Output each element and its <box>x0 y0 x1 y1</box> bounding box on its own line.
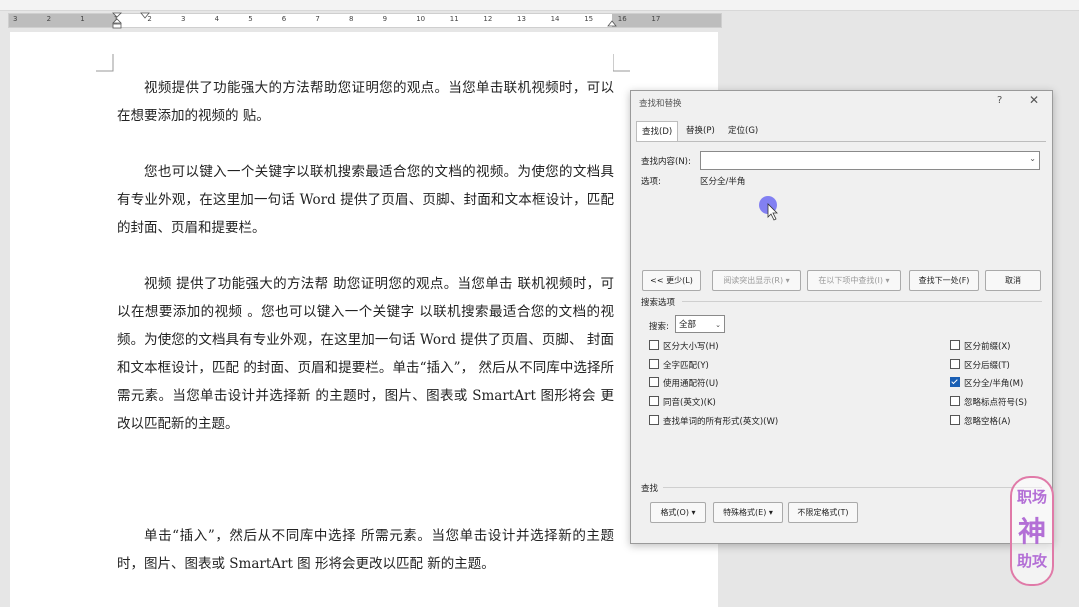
checkbox-icon[interactable] <box>649 377 659 388</box>
option-label: 区分前缀(X) <box>964 342 1011 352</box>
tab-goto[interactable]: 定位(G) <box>723 121 763 141</box>
ruler-number: 11 <box>449 15 459 23</box>
checkbox-icon[interactable] <box>649 396 659 407</box>
indent-marker-icon[interactable] <box>112 12 122 30</box>
tab-replace[interactable]: 替换(P) <box>681 121 720 141</box>
checkbox-icon[interactable] <box>950 358 960 369</box>
special-format-button[interactable]: 特殊格式(E) ▾ <box>713 502 783 523</box>
option-label: 忽略标点符号(S) <box>964 398 1028 409</box>
document-paragraph: 视频 提供了功能强大的方法帮 助您证明您的观点。当您单击 联机视频时，可以在想要… <box>117 270 614 438</box>
find-panel: 查找内容(N): 选项: 区分全/半角 << 更少(L) 阅读突出显示(R) ▾… <box>636 141 1046 539</box>
less-button[interactable]: << 更少(L) <box>642 270 701 291</box>
ruler-number: 4 <box>214 15 220 23</box>
crop-mark-top-right-icon <box>613 54 630 72</box>
section-divider <box>682 301 1042 302</box>
checkbox-icon[interactable] <box>649 414 659 425</box>
watermark-line-3: 助攻 <box>1016 552 1047 570</box>
option-checkbox[interactable]: 区分后缀(T) <box>950 358 1010 371</box>
cancel-button[interactable]: 取消 <box>985 270 1041 291</box>
option-checkbox[interactable]: 使用通配符(U) <box>649 377 718 389</box>
paragraph-4: 单击“插入”，然后从不同库中选择 所需元素。当您单击设计并选择新的主题时，图片、… <box>117 528 614 572</box>
option-checkbox[interactable]: 区分前缀(X) <box>950 340 1010 352</box>
option-checkbox[interactable]: 同音(英文)(K) <box>649 396 716 408</box>
ruler-number: 6 <box>281 15 287 23</box>
dialog-title: 查找和替换 <box>639 99 682 109</box>
crop-mark-top-left-icon <box>96 54 114 72</box>
ruler-number: 7 <box>315 15 320 23</box>
close-icon[interactable]: ✕ <box>1029 93 1039 107</box>
top-indent-marker-icon[interactable] <box>140 12 150 19</box>
option-label: 使用通配符(U) <box>663 379 719 390</box>
watermark-line-1: 职场 <box>1016 488 1047 506</box>
checkbox-icon[interactable] <box>649 358 659 369</box>
option-label: 同音(英文)(K) <box>663 398 716 409</box>
search-direction-select[interactable]: 全部 ⌄ <box>675 315 725 333</box>
find-replace-dialog: 查找和替换 ? ✕ 查找(D) 替换(P) 定位(G) 查找内容(N): 选项:… <box>630 90 1053 544</box>
option-checkbox[interactable]: 全字匹配(Y) <box>649 358 709 371</box>
document-paragraph: 您也可以键入一个关键字以联机搜索最适合您的文档的视频。为使您的文档具有专业外观，… <box>117 158 614 242</box>
checkbox-checked-icon[interactable] <box>950 377 960 388</box>
find-next-button[interactable]: 查找下一处(F) <box>909 270 979 291</box>
find-in-button[interactable]: 在以下项中查找(I) ▾ <box>807 270 901 291</box>
checkbox-icon[interactable] <box>950 340 960 350</box>
search-direction-value: 全部 <box>679 320 697 330</box>
paragraph-1: 视频提供了功能强大的方法帮助您证明您的观点。当您单击联机视频时，可以在想要添加的… <box>117 80 614 124</box>
ruler-number: 3 <box>181 15 186 23</box>
format-button[interactable]: 格式(O) ▾ <box>650 502 706 523</box>
options-value: 区分全/半角 <box>700 177 746 187</box>
checkbox-icon[interactable] <box>950 396 960 407</box>
watermark-logo: 职场 神 助攻 <box>1010 476 1054 586</box>
document-paragraph: 单击“插入”，然后从不同库中选择 所需元素。当您单击设计并选择新的主题时，图片、… <box>117 522 614 578</box>
ruler-number: 17 <box>651 15 661 23</box>
option-label: 区分全/半角(M) <box>964 379 1024 390</box>
ruler-number: 13 <box>517 15 526 23</box>
option-checkbox[interactable]: 查找单词的所有形式(英文)(W) <box>649 414 779 427</box>
option-checkbox[interactable]: 忽略标点符号(S) <box>950 396 1027 408</box>
ruler-number: 10 <box>416 15 426 23</box>
ruler-number: 15 <box>584 15 594 23</box>
no-format-button[interactable]: 不限定格式(T) <box>788 502 858 523</box>
chevron-down-icon[interactable]: ⌄ <box>1029 154 1036 163</box>
checkbox-icon[interactable] <box>950 414 960 425</box>
ruler-number: 2 <box>46 15 52 23</box>
help-icon[interactable]: ? <box>997 95 1002 106</box>
option-checkbox[interactable]: 区分大小写(H) <box>649 340 719 352</box>
search-options-title: 搜索选项 <box>641 298 676 308</box>
word-top-toolbar <box>0 0 1079 11</box>
dialog-tabs: 查找(D) 替换(P) 定位(G) <box>636 121 1046 142</box>
ruler-number: 9 <box>382 15 388 23</box>
ruler-number: 16 <box>617 15 627 23</box>
ruler-number: 14 <box>550 15 560 23</box>
option-checkbox[interactable]: 忽略空格(A) <box>950 414 1011 427</box>
right-indent-marker-icon[interactable] <box>607 19 617 27</box>
document-page[interactable]: 视频提供了功能强大的方法帮助您证明您的观点。当您单击联机视频时，可以在想要添加的… <box>10 32 718 607</box>
paragraph-3: 视频 提供了功能强大的方法帮 助您证明您的观点。当您单击 联机视频时，可以在想要… <box>117 276 614 432</box>
checkbox-icon[interactable] <box>649 340 659 350</box>
option-label: 区分大小写(H) <box>663 342 719 352</box>
ruler-number: 8 <box>349 15 354 23</box>
ruler-number: 3 <box>13 15 18 23</box>
paragraph-2: 您也可以键入一个关键字以联机搜索最适合您的文档的视频。为使您的文档具有专业外观，… <box>117 164 614 236</box>
document-paragraph: 视频提供了功能强大的方法帮助您证明您的观点。当您单击联机视频时，可以在想要添加的… <box>117 74 614 130</box>
option-label: 忽略空格(A) <box>964 416 1011 427</box>
find-section-title: 查找 <box>641 484 659 494</box>
option-label: 全字匹配(Y) <box>663 360 709 371</box>
ruler-number: 1 <box>80 15 85 23</box>
reading-highlight-button[interactable]: 阅读突出显示(R) ▾ <box>712 270 801 291</box>
find-input[interactable]: ⌄ <box>700 151 1040 170</box>
ruler-number: 5 <box>248 15 253 23</box>
section-divider <box>663 487 1042 488</box>
search-label: 搜索: <box>649 322 669 332</box>
horizontal-ruler[interactable]: 3 2 1 1 2 3 4 5 6 7 8 9 10 11 12 13 14 15 16 17 <box>8 12 722 30</box>
tab-find[interactable]: 查找(D) <box>636 121 679 142</box>
options-label: 选项: <box>641 177 661 187</box>
chevron-down-icon: ⌄ <box>715 321 721 329</box>
option-label: 查找单词的所有形式(英文)(W) <box>663 416 779 427</box>
watermark-line-2: 神 <box>1017 515 1046 548</box>
ruler-number: 12 <box>483 15 493 23</box>
option-label: 区分后缀(T) <box>964 360 1010 371</box>
option-checkbox[interactable]: 区分全/半角(M) <box>950 377 1023 389</box>
mouse-pointer-icon <box>767 203 778 221</box>
find-label: 查找内容(N): <box>641 157 691 167</box>
